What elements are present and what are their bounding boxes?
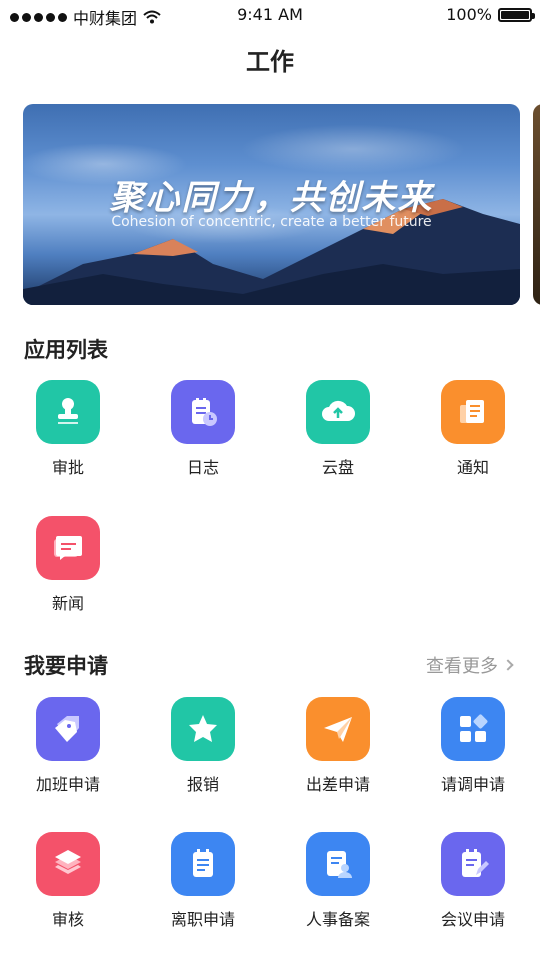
requests-section-title: 我要申请 (24, 654, 108, 678)
request-item-reimbursement[interactable]: 报销 (153, 697, 253, 795)
app-label: 审核 (51, 910, 84, 929)
request-item-overtime[interactable]: 加班申请 (18, 697, 118, 795)
request-item-meeting[interactable]: 会议申请 (423, 832, 523, 930)
app-label: 审批 (51, 458, 84, 477)
status-bar: 中财集团 9:41 AM 100% (0, 0, 540, 30)
layers-icon (36, 832, 100, 896)
cloud-upload-icon (306, 380, 370, 444)
clipboard-icon (171, 832, 235, 896)
stamp-icon (36, 380, 100, 444)
message-icon (36, 516, 100, 580)
app-label: 云盘 (321, 458, 354, 477)
notice-icon (441, 380, 505, 444)
app-label: 日志 (186, 458, 219, 477)
edit-doc-icon (441, 832, 505, 896)
app-item-news[interactable]: 新闻 (18, 516, 118, 614)
app-label: 报销 (186, 775, 219, 794)
tag-icon (36, 697, 100, 761)
app-item-notice[interactable]: 通知 (423, 380, 523, 478)
banner-slide[interactable]: 聚心同力，共创未来 Cohesion of concentric, create… (23, 104, 520, 305)
request-item-business-trip[interactable]: 出差申请 (288, 697, 388, 795)
log-icon (171, 380, 235, 444)
view-more-link[interactable]: 查看更多 (426, 652, 514, 678)
request-item-hr-record[interactable]: 人事备案 (288, 832, 388, 930)
app-item-approval[interactable]: 审批 (18, 380, 118, 478)
app-label: 新闻 (51, 594, 84, 613)
next-banner-peek[interactable] (533, 104, 540, 305)
app-item-log[interactable]: 日志 (153, 380, 253, 478)
view-more-label: 查看更多 (426, 656, 498, 677)
app-label: 会议申请 (440, 910, 505, 929)
page-title: 工作 (246, 48, 294, 76)
battery-percent: 100% (446, 5, 492, 24)
app-label: 离职申请 (170, 910, 235, 929)
chevron-right-icon (502, 659, 514, 671)
app-label: 出差申请 (305, 775, 370, 794)
person-file-icon (306, 832, 370, 896)
apps-section-title: 应用列表 (24, 338, 108, 362)
request-item-review[interactable]: 审核 (18, 832, 118, 930)
banner-subtitle: Cohesion of concentric, create a better … (111, 214, 432, 230)
request-item-transfer[interactable]: 请调申请 (423, 697, 523, 795)
grid-icon (441, 697, 505, 761)
app-label: 加班申请 (35, 775, 100, 794)
paper-plane-icon (306, 697, 370, 761)
app-label: 请调申请 (440, 775, 505, 794)
banner-title: 聚心同力，共创未来 (109, 178, 434, 218)
request-item-resignation[interactable]: 离职申请 (153, 832, 253, 930)
battery-icon (498, 7, 535, 22)
star-icon (171, 697, 235, 761)
status-right: 100% (446, 5, 535, 24)
app-label: 人事备案 (305, 910, 370, 929)
app-label: 通知 (456, 458, 489, 477)
app-item-cloud-drive[interactable]: 云盘 (288, 380, 388, 478)
